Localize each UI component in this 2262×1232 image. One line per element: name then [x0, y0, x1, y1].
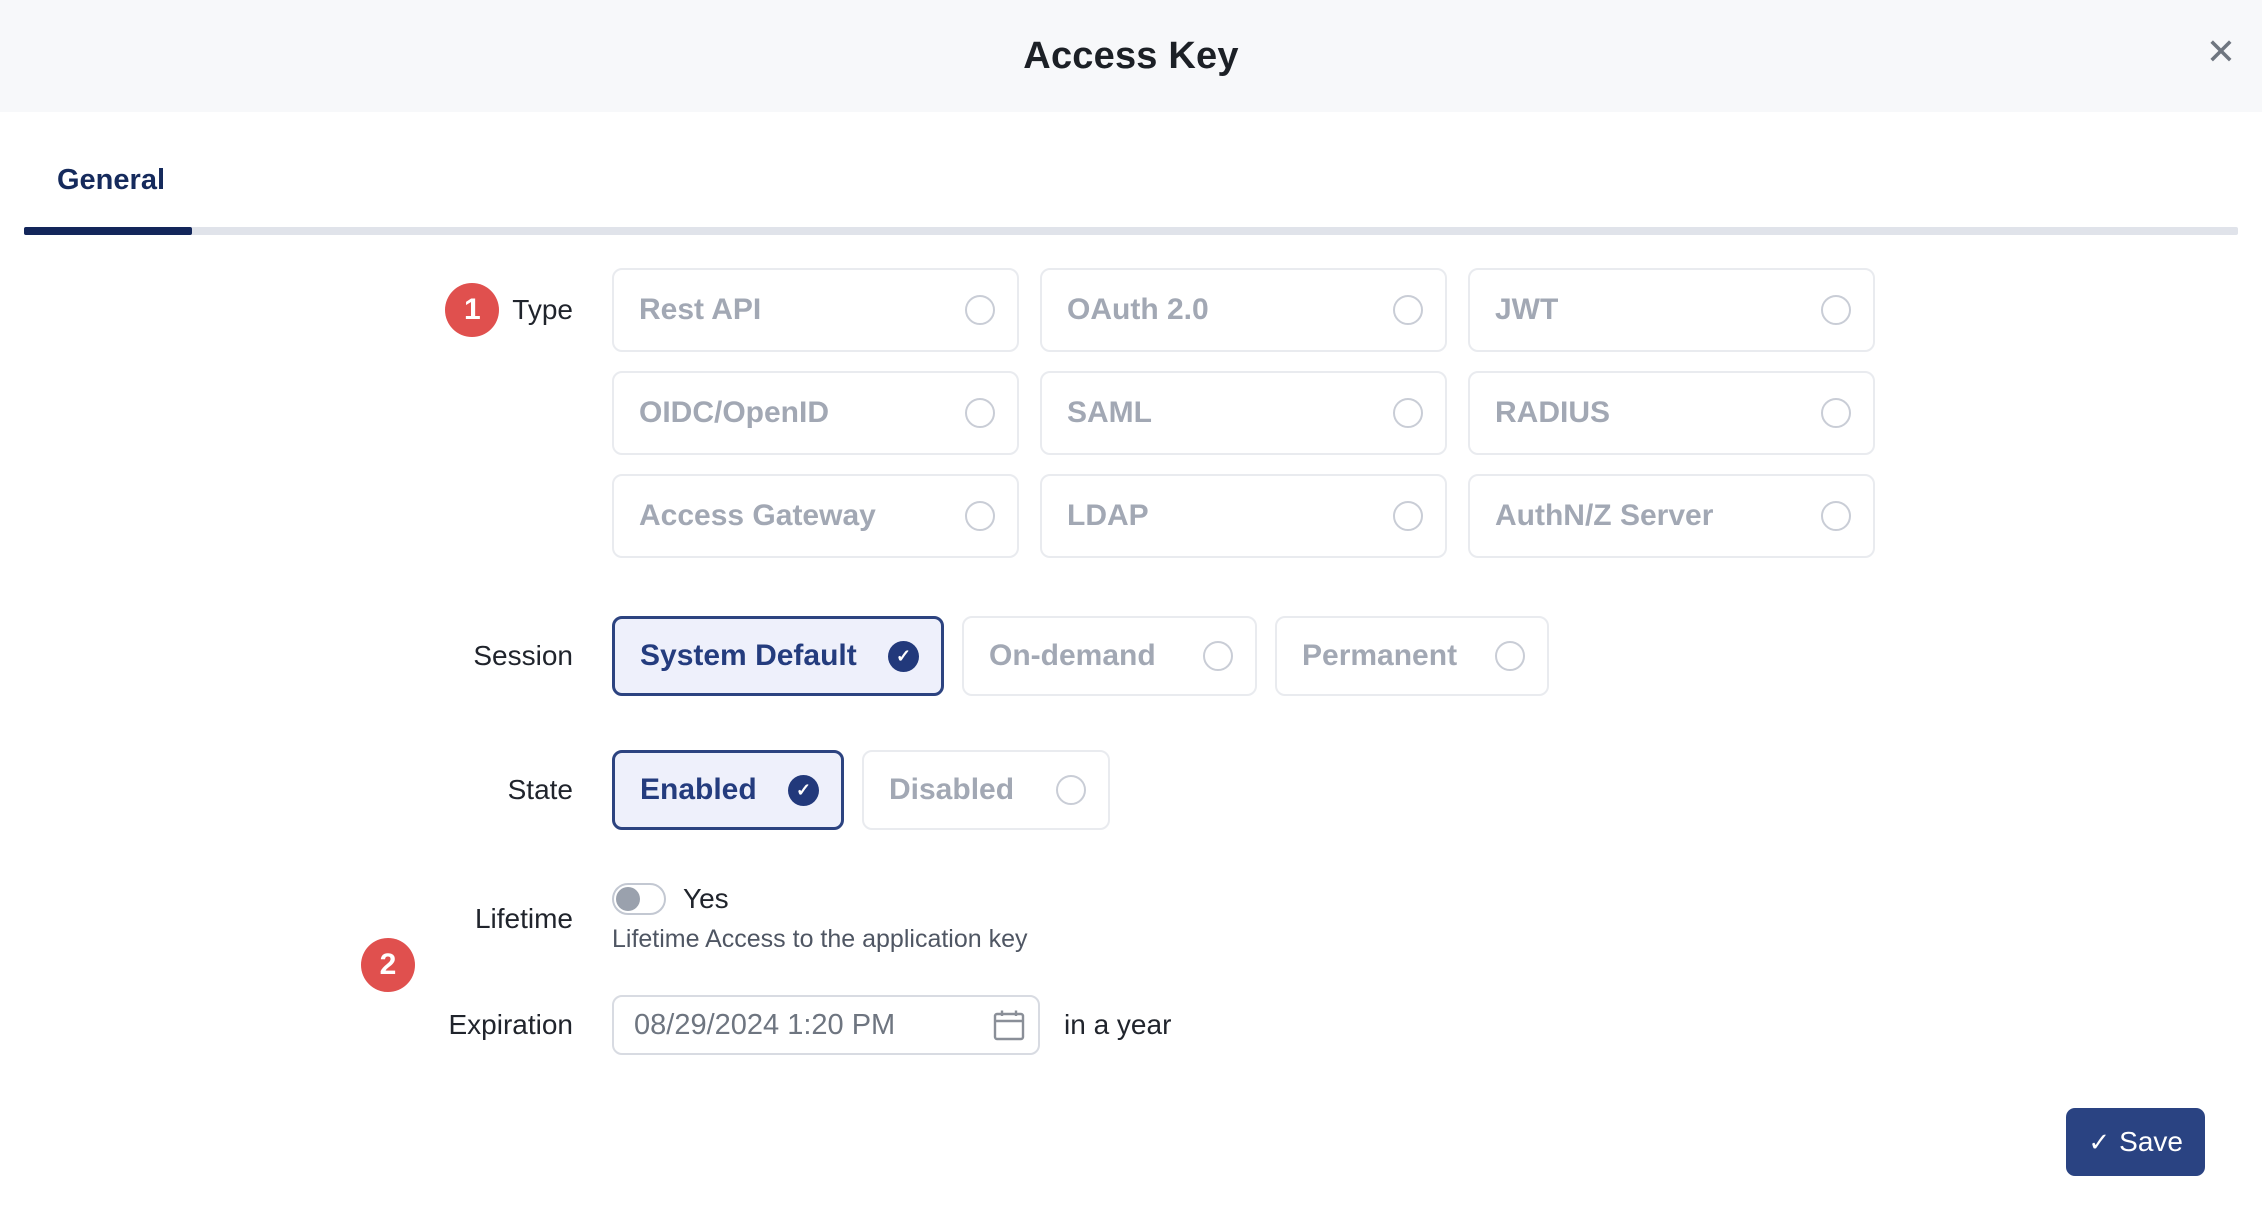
tab-general[interactable]: General — [57, 164, 165, 227]
radio-icon — [965, 501, 995, 531]
state-option-enabled[interactable]: Enabled ✓ — [612, 750, 844, 830]
radio-icon — [1203, 641, 1233, 671]
toggle-knob-icon — [616, 887, 640, 911]
session-row: Session System Default ✓ On-demand Perma… — [0, 616, 2262, 696]
save-button-label: Save — [2119, 1126, 2183, 1158]
radio-icon — [965, 295, 995, 325]
session-option-on-demand[interactable]: On-demand — [962, 616, 1257, 696]
expiration-label: Expiration — [448, 1009, 573, 1041]
lifetime-toggle[interactable] — [612, 883, 666, 915]
lifetime-row: 2 Lifetime Yes Lifetime Access to the ap… — [0, 883, 2262, 954]
radio-icon — [1821, 295, 1851, 325]
lifetime-label: Lifetime — [475, 903, 573, 935]
type-option-radius[interactable]: RADIUS — [1468, 371, 1875, 455]
lifetime-control: Yes Lifetime Access to the application k… — [612, 883, 1028, 954]
state-label: State — [508, 774, 573, 806]
modal-footer: ✓ Save — [0, 1108, 2262, 1176]
selected-check-icon: ✓ — [888, 641, 919, 672]
radio-icon — [1821, 501, 1851, 531]
step-2-badge: 2 — [361, 938, 415, 992]
session-option-permanent[interactable]: Permanent — [1275, 616, 1549, 696]
radio-icon — [1393, 295, 1423, 325]
step-1-badge: 1 — [445, 283, 499, 337]
session-option-system-default[interactable]: System Default ✓ — [612, 616, 944, 696]
save-button[interactable]: ✓ Save — [2066, 1108, 2205, 1176]
type-option-label: JWT — [1495, 293, 1558, 327]
radio-icon — [965, 398, 995, 428]
type-option-jwt[interactable]: JWT — [1468, 268, 1875, 352]
type-option-label: SAML — [1067, 396, 1152, 430]
type-option-access-gateway[interactable]: Access Gateway — [612, 474, 1019, 558]
session-options: System Default ✓ On-demand Permanent — [612, 616, 1549, 696]
type-option-label: OIDC/OpenID — [639, 396, 829, 430]
type-row: 1 Type Rest API OAuth 2.0 JWT OIDC/OpenI… — [0, 268, 2262, 558]
selected-check-icon: ✓ — [788, 775, 819, 806]
modal-title: Access Key — [1023, 35, 1238, 78]
state-label-cell: State — [0, 750, 573, 830]
radio-icon — [1821, 398, 1851, 428]
state-option-label: Enabled — [640, 773, 757, 807]
type-option-label: OAuth 2.0 — [1067, 293, 1209, 327]
expiration-control: in a year — [612, 995, 1171, 1055]
type-label: Type — [512, 294, 573, 326]
state-row: State Enabled ✓ Disabled — [0, 750, 2262, 830]
state-options: Enabled ✓ Disabled — [612, 750, 1110, 830]
state-option-disabled[interactable]: Disabled — [862, 750, 1110, 830]
tab-track — [24, 227, 2238, 235]
expiration-row: Expiration in a year — [0, 995, 2262, 1055]
radio-icon — [1393, 501, 1423, 531]
radio-icon — [1056, 775, 1086, 805]
type-option-label: AuthN/Z Server — [1495, 499, 1713, 533]
radio-icon — [1393, 398, 1423, 428]
calendar-icon[interactable] — [992, 1008, 1026, 1042]
check-icon: ✓ — [2088, 1129, 2110, 1155]
session-label-cell: Session — [0, 616, 573, 696]
access-key-form: 1 Type Rest API OAuth 2.0 JWT OIDC/OpenI… — [0, 235, 2262, 1176]
tab-active-indicator — [24, 227, 192, 235]
type-option-label: LDAP — [1067, 499, 1149, 533]
type-label-cell: 1 Type — [0, 268, 573, 352]
type-options: Rest API OAuth 2.0 JWT OIDC/OpenID SAML … — [612, 268, 1875, 558]
session-option-label: Permanent — [1302, 639, 1457, 673]
expiration-label-cell: Expiration — [0, 1009, 573, 1041]
expiration-date-input[interactable] — [612, 995, 1040, 1055]
modal-header: Access Key ✕ — [0, 0, 2262, 112]
tab-bar: General — [0, 112, 2262, 235]
type-option-oidc-openid[interactable]: OIDC/OpenID — [612, 371, 1019, 455]
type-option-rest-api[interactable]: Rest API — [612, 268, 1019, 352]
lifetime-toggle-label: Yes — [683, 883, 729, 915]
type-option-ldap[interactable]: LDAP — [1040, 474, 1447, 558]
session-option-label: On-demand — [989, 639, 1156, 673]
type-option-oauth2[interactable]: OAuth 2.0 — [1040, 268, 1447, 352]
type-option-label: Rest API — [639, 293, 761, 327]
close-icon[interactable]: ✕ — [2206, 34, 2236, 70]
session-option-label: System Default — [640, 639, 857, 673]
type-option-authnz-server[interactable]: AuthN/Z Server — [1468, 474, 1875, 558]
lifetime-help-text: Lifetime Access to the application key — [612, 925, 1028, 954]
radio-icon — [1495, 641, 1525, 671]
session-label: Session — [473, 640, 573, 672]
type-option-saml[interactable]: SAML — [1040, 371, 1447, 455]
lifetime-label-cell: Lifetime — [0, 883, 573, 954]
type-option-label: Access Gateway — [639, 499, 876, 533]
expiration-hint: in a year — [1064, 1009, 1171, 1041]
state-option-label: Disabled — [889, 773, 1014, 807]
type-option-label: RADIUS — [1495, 396, 1610, 430]
